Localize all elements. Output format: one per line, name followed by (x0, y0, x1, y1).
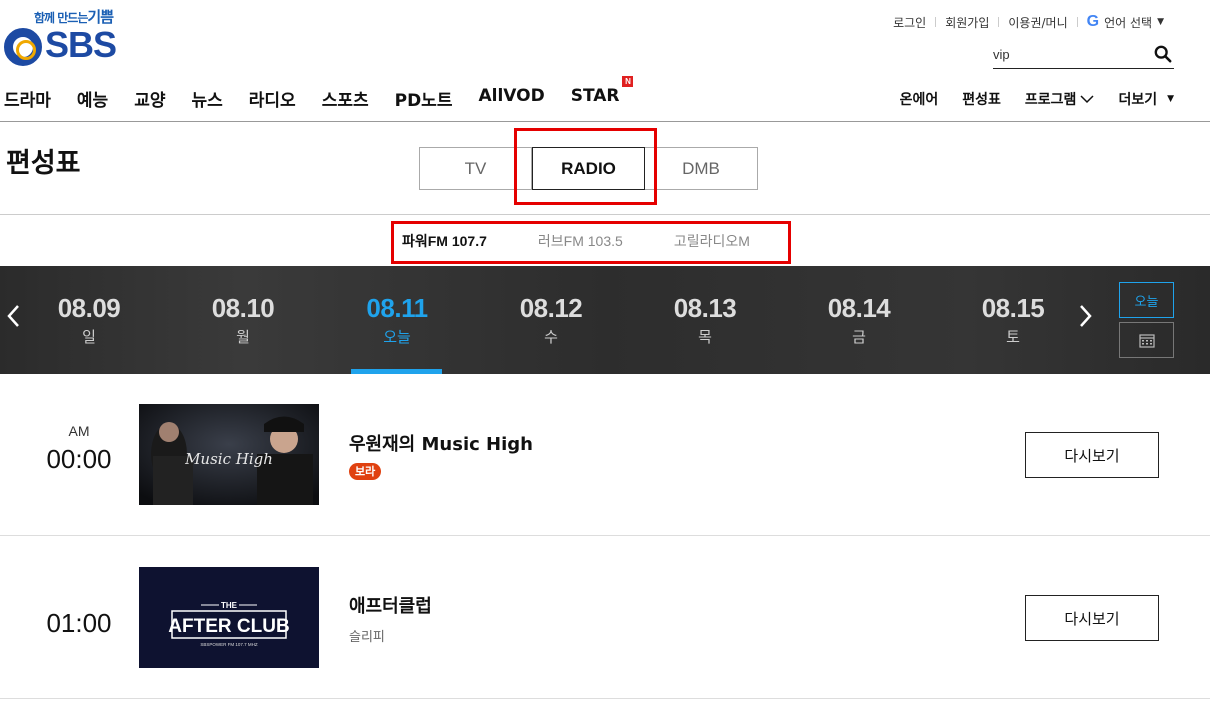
main-nav: 드라마 예능 교양 뉴스 라디오 스포츠 PD노트 AllVOD STAR N (4, 76, 645, 111)
time-label: 01:00 (46, 608, 112, 638)
program-host: 슬리피 (349, 630, 385, 645)
signup-link[interactable]: 회원가입 (945, 14, 989, 31)
caret-down-icon: ▼ (1157, 17, 1164, 27)
divider (935, 17, 937, 27)
bora-badge: 보라 (349, 463, 382, 480)
channel-lovefm[interactable]: 러브FM 103.5 (538, 231, 623, 251)
header-divider (0, 121, 1210, 122)
tab-radio[interactable]: RADIO (532, 147, 645, 190)
date-item[interactable]: 08.14 금 (813, 293, 905, 347)
tab-tv[interactable]: TV (419, 147, 532, 190)
date-item[interactable]: 08.09 일 (43, 293, 135, 347)
divider (998, 17, 1000, 27)
schedule-row: 01:00 THE AFTER CLUB SBSPOWER FM 107.7 M… (0, 537, 1210, 699)
new-badge: N (622, 76, 634, 87)
program-title[interactable]: 우원재의 Music High (349, 430, 533, 456)
nav-schedule[interactable]: 편성표 (962, 89, 1001, 109)
nav-radio[interactable]: 라디오 (249, 86, 296, 111)
logo-circle-icon (4, 28, 42, 66)
utility-links: 로그인 회원가입 이용권/머니 G 언어 선택 ▼ (893, 13, 1164, 31)
date-selector: 08.09 일 08.10 월 08.11 오늘 08.12 수 08.13 목 08.1… (0, 266, 1210, 374)
thumbnail-text: AFTER CLUB (168, 616, 289, 637)
thumbnail-bottom-text: SBSPOWER FM 107.7 MHZ (200, 642, 258, 647)
nav-culture[interactable]: 교양 (134, 86, 165, 111)
nav-news[interactable]: 뉴스 (191, 86, 222, 111)
date-item[interactable]: 08.15 토 (967, 293, 1059, 347)
search-input[interactable] (993, 42, 1143, 66)
caret-down-icon: ▼ (1167, 94, 1174, 104)
channel-tabs: 파워FM 107.7 러브FM 103.5 고릴라디오M (402, 231, 750, 251)
language-select[interactable]: G 언어 선택 ▼ (1087, 13, 1164, 31)
search-box (993, 42, 1174, 69)
nav-pdnote[interactable]: PD노트 (395, 86, 453, 111)
today-button[interactable]: 오늘 (1119, 282, 1174, 318)
program-thumbnail[interactable]: THE AFTER CLUB SBSPOWER FM 107.7 MHZ (139, 567, 319, 668)
time-label: 00:00 (46, 444, 112, 474)
ampm-label: AM (68, 423, 90, 439)
channel-powerfm[interactable]: 파워FM 107.7 (402, 231, 487, 251)
nav-drama[interactable]: 드라마 (4, 86, 51, 111)
replay-button[interactable]: 다시보기 (1025, 432, 1159, 478)
date-item[interactable]: 08.13 목 (659, 293, 751, 347)
program-thumbnail[interactable]: Music High (139, 404, 319, 505)
media-tabs: TV RADIO DMB (419, 147, 758, 190)
tabs-divider (0, 214, 1210, 215)
chevron-left-icon[interactable] (6, 304, 20, 328)
tab-dmb[interactable]: DMB (645, 147, 758, 190)
nav-more[interactable]: 더보기 ▼ (1118, 89, 1174, 109)
date-item-today[interactable]: 08.11 오늘 (351, 293, 443, 347)
logo-word: SBS (45, 24, 117, 65)
calendar-icon (1138, 333, 1155, 348)
ticket-money-link[interactable]: 이용권/머니 (1008, 14, 1067, 31)
replay-button[interactable]: 다시보기 (1025, 595, 1159, 641)
page-title: 편성표 (6, 148, 81, 179)
google-icon: G (1086, 13, 1100, 30)
sbs-logo[interactable]: 함께 만드는기쁨 SBS (4, 6, 124, 68)
sub-nav: 온에어 편성표 프로그램 더보기 ▼ (900, 89, 1174, 109)
thumbnail-top-text: THE (221, 601, 238, 610)
channel-gorealra[interactable]: 고릴라디오M (674, 231, 750, 251)
chevron-down-icon (1080, 94, 1094, 103)
chevron-right-icon[interactable] (1079, 304, 1093, 328)
schedule-row: AM 00:00 Music High 우원재의 Music High 보라 다… (0, 374, 1210, 536)
nav-sports[interactable]: 스포츠 (322, 86, 369, 111)
calendar-button[interactable] (1119, 322, 1174, 358)
program-title[interactable]: 애프터클럽 (349, 592, 432, 618)
divider (1076, 17, 1078, 27)
nav-programs[interactable]: 프로그램 (1025, 89, 1095, 109)
language-label: 언어 선택 (1104, 15, 1153, 30)
thumbnail-text: Music High (184, 450, 273, 468)
nav-allvod[interactable]: AllVOD (478, 86, 544, 111)
nav-star[interactable]: STAR N (571, 76, 634, 111)
date-item[interactable]: 08.10 월 (197, 293, 289, 347)
nav-onair[interactable]: 온에어 (900, 89, 939, 109)
search-icon[interactable] (1154, 45, 1172, 63)
nav-variety[interactable]: 예능 (77, 86, 108, 111)
login-link[interactable]: 로그인 (893, 14, 926, 31)
date-item[interactable]: 08.12 수 (505, 293, 597, 347)
